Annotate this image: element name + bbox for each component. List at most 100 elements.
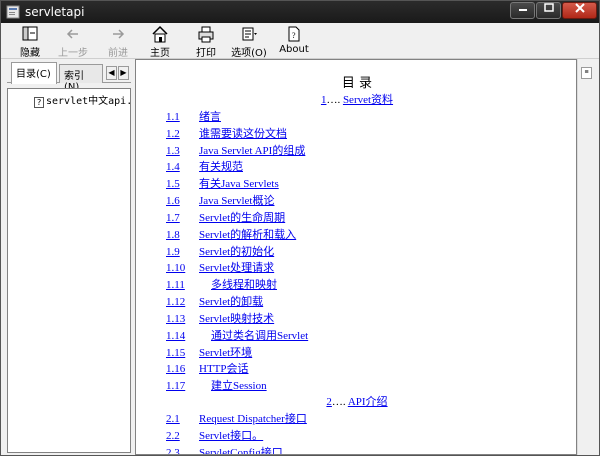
toc-row: 1.14 通过类名调用Servlet bbox=[166, 327, 308, 343]
toc-row: 1.12 Servlet的卸载 bbox=[166, 293, 263, 309]
contents-tree[interactable]: ? servlet中文api. bbox=[7, 88, 132, 453]
toc-number[interactable]: 2.3 bbox=[166, 447, 199, 454]
hide-button[interactable]: 隐藏 bbox=[13, 25, 47, 59]
toc-link[interactable]: Servlet的初始化 bbox=[199, 246, 274, 258]
toc-link[interactable]: HTTP会话 bbox=[199, 363, 249, 375]
triangle-right-icon: ▶ bbox=[120, 68, 127, 77]
nav-tabs: 目录(C) 索引(N) ◀ ▶ bbox=[7, 61, 131, 93]
print-button[interactable]: 打印 bbox=[191, 25, 221, 59]
section-1-separator: …. bbox=[326, 94, 341, 106]
hide-label: 隐藏 bbox=[20, 48, 40, 59]
toc-row: 2.1 Request Dispatcher接口 bbox=[166, 410, 307, 426]
back-button[interactable]: 上一步 bbox=[55, 25, 91, 59]
toc-link[interactable]: Servlet的解析和载入 bbox=[199, 229, 296, 241]
tab-contents[interactable]: 目录(C) bbox=[11, 62, 57, 84]
section-2-link[interactable]: API介绍 bbox=[348, 396, 388, 408]
about-button[interactable]: ? About bbox=[279, 25, 309, 57]
toc-number[interactable]: 1.5 bbox=[166, 178, 199, 190]
toc-number[interactable]: 2.1 bbox=[166, 413, 199, 425]
toc-number[interactable]: 1.15 bbox=[166, 347, 199, 359]
toc-number[interactable]: 1.10 bbox=[166, 262, 199, 274]
toc-number[interactable]: 1.2 bbox=[166, 128, 199, 140]
forward-arrow-icon bbox=[113, 29, 125, 39]
toc-number[interactable]: 1.14 bbox=[166, 330, 199, 342]
forward-label: 前进 bbox=[108, 48, 128, 59]
toc-link[interactable]: Servlet环境 bbox=[199, 347, 252, 359]
toc-row: 1.15 Servlet环境 bbox=[166, 344, 252, 360]
toc-link[interactable]: Request Dispatcher接口 bbox=[199, 413, 307, 425]
print-icon bbox=[198, 26, 214, 43]
toc-row: 1.4 有关规范 bbox=[166, 158, 243, 174]
toc-row: 1.6 Java Servlet概论 bbox=[166, 192, 274, 208]
toc-link[interactable]: Servlet接口。 bbox=[199, 430, 263, 442]
toc-number[interactable]: 1.9 bbox=[166, 246, 199, 258]
about-label: About bbox=[279, 44, 309, 55]
toc-number[interactable]: 1.11 bbox=[166, 279, 199, 291]
maximize-icon bbox=[543, 3, 554, 12]
back-label: 上一步 bbox=[58, 48, 88, 59]
section-2-separator: …. bbox=[331, 396, 346, 408]
toc-link[interactable]: 通过类名调用Servlet bbox=[211, 330, 308, 342]
toc-number[interactable]: 1.7 bbox=[166, 212, 199, 224]
toc-link[interactable]: 有关规范 bbox=[199, 161, 243, 173]
toc-number[interactable]: 2.2 bbox=[166, 430, 199, 442]
content-scrollbar[interactable]: ≡ bbox=[577, 59, 595, 455]
toc-number[interactable]: 1.6 bbox=[166, 195, 199, 207]
toc-link[interactable]: 绪言 bbox=[199, 111, 221, 123]
toc-row: 1.9 Servlet的初始化 bbox=[166, 243, 274, 259]
section-heading-1: 1…. Servet资料 bbox=[136, 91, 576, 107]
toc-number[interactable]: 1.16 bbox=[166, 363, 199, 375]
title-bar[interactable]: servletapi bbox=[1, 1, 599, 23]
toc-link[interactable]: 谁需要读这份文档 bbox=[199, 128, 287, 140]
section-heading-2: 2…. API介绍 bbox=[136, 393, 576, 409]
toc-number[interactable]: 1.12 bbox=[166, 296, 199, 308]
navigation-pane: 目录(C) 索引(N) ◀ ▶ ?servlet中文api. bbox=[7, 61, 132, 453]
toc-link[interactable]: 有关Java Servlets bbox=[199, 178, 279, 190]
tab-scroll-left-button[interactable]: ◀ bbox=[106, 66, 117, 80]
toc-row: 1.1 绪言 bbox=[166, 108, 221, 124]
toc-row: 1.11 多线程和映射 bbox=[166, 276, 277, 292]
options-label: 选项(O) bbox=[231, 48, 267, 59]
minimize-icon bbox=[518, 9, 527, 11]
toc-row: 2.3 ServletConfig接口 bbox=[166, 444, 283, 454]
toc-number[interactable]: 1.8 bbox=[166, 229, 199, 241]
toc-number[interactable]: 1.3 bbox=[166, 145, 199, 157]
toc-number[interactable]: 1.1 bbox=[166, 111, 199, 123]
print-label: 打印 bbox=[196, 48, 216, 59]
close-button[interactable] bbox=[562, 2, 597, 19]
back-arrow-icon bbox=[66, 29, 78, 39]
toc-link[interactable]: 建立Session bbox=[211, 380, 267, 392]
scrollbar-thumb[interactable]: ≡ bbox=[581, 67, 592, 79]
toc-number[interactable]: 1.13 bbox=[166, 313, 199, 325]
toolbar: 隐藏 上一步 前进 主页 打印 选项(O) ? About bbox=[1, 23, 599, 59]
section-1-link[interactable]: Servet资料 bbox=[343, 94, 393, 106]
home-label: 主页 bbox=[150, 48, 170, 59]
forward-button[interactable]: 前进 bbox=[101, 25, 135, 59]
toc-link[interactable]: Servlet映射技术 bbox=[199, 313, 274, 325]
home-button[interactable]: 主页 bbox=[145, 25, 175, 59]
minimize-button[interactable] bbox=[510, 2, 535, 19]
toc-link[interactable]: Servlet处理请求 bbox=[199, 262, 274, 274]
tab-index[interactable]: 索引(N) bbox=[59, 64, 103, 93]
toc-link[interactable]: Servlet的生命周期 bbox=[199, 212, 285, 224]
help-topic-icon: ? bbox=[34, 97, 44, 108]
grip-lines-icon: ≡ bbox=[584, 69, 589, 76]
tree-item-servlet-api[interactable]: ? servlet中文api. bbox=[34, 92, 132, 108]
toc-link[interactable]: Java Servlet API的组成 bbox=[199, 145, 305, 157]
svg-text:?: ? bbox=[292, 31, 296, 40]
toc-link[interactable]: Java Servlet概论 bbox=[199, 195, 274, 207]
home-icon bbox=[152, 25, 168, 43]
maximize-button[interactable] bbox=[536, 2, 561, 19]
toc-row: 1.13 Servlet映射技术 bbox=[166, 310, 274, 326]
toc-number[interactable]: 1.17 bbox=[166, 380, 199, 392]
tree-item-label: servlet中文api. bbox=[46, 96, 133, 107]
toc-link[interactable]: Servlet的卸载 bbox=[199, 296, 263, 308]
tab-scroll-right-button[interactable]: ▶ bbox=[118, 66, 129, 80]
toc-number[interactable]: 1.4 bbox=[166, 161, 199, 173]
toc-row: 1.16 HTTP会话 bbox=[166, 360, 249, 376]
toc-row: 1.3 Java Servlet API的组成 bbox=[166, 142, 305, 158]
toc-link[interactable]: 多线程和映射 bbox=[211, 279, 277, 291]
options-button[interactable]: 选项(O) bbox=[229, 25, 269, 59]
toc-link[interactable]: ServletConfig接口 bbox=[199, 447, 283, 454]
options-icon bbox=[242, 27, 257, 41]
